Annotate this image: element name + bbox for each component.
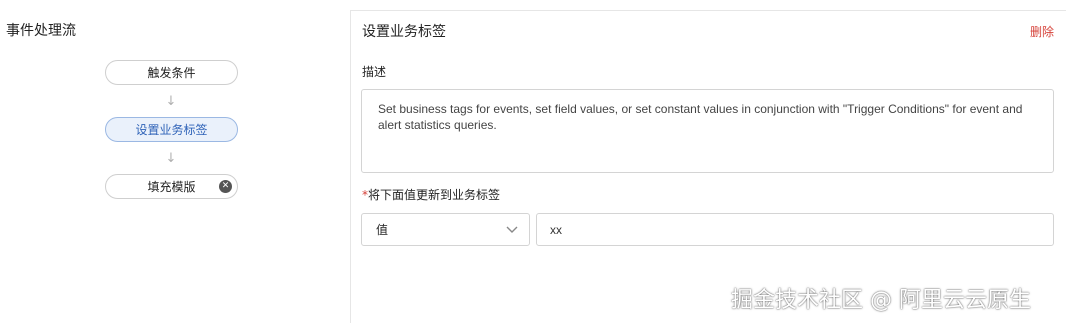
panel-title: 事件处理流 bbox=[6, 23, 76, 39]
tag-value-input[interactable] bbox=[536, 213, 1054, 246]
flow-node-trigger-conditions[interactable]: 触发条件 bbox=[105, 60, 238, 85]
update-field-label-text: 将下面值更新到业务标签 bbox=[368, 188, 501, 202]
event-flow-panel: 事件处理流 触发条件 ↓ 设置业务标签 ↓ 填充模版 ✕ bbox=[0, 0, 350, 323]
flow-node-label: 触发条件 bbox=[147, 66, 196, 80]
select-value: 值 bbox=[376, 223, 389, 237]
arrow-down-icon: ↓ bbox=[165, 151, 177, 166]
flow-node-fill-template[interactable]: 填充模版 ✕ bbox=[105, 174, 238, 199]
settings-title: 设置业务标签 bbox=[362, 24, 446, 40]
description-label: 描述 bbox=[362, 65, 387, 79]
watermark-text: 掘金技术社区 @ 阿里云云原生 bbox=[731, 288, 1031, 313]
delete-button[interactable]: 删除 bbox=[1030, 23, 1054, 40]
description-textarea[interactable]: Set business tags for events, set field … bbox=[361, 89, 1054, 173]
flow-node-label: 设置业务标签 bbox=[135, 123, 208, 137]
settings-panel: 设置业务标签 删除 描述 Set business tags for event… bbox=[351, 11, 1066, 323]
arrow-down-icon: ↓ bbox=[165, 94, 177, 109]
remove-circle-icon[interactable]: ✕ bbox=[219, 180, 232, 193]
flow-node-set-business-tags[interactable]: 设置业务标签 bbox=[105, 117, 238, 142]
chevron-down-icon bbox=[506, 226, 518, 233]
update-field-label: *将下面值更新到业务标签 bbox=[362, 186, 500, 203]
value-type-select[interactable]: 值 bbox=[361, 213, 530, 246]
flow-node-label: 填充模版 bbox=[147, 180, 196, 194]
